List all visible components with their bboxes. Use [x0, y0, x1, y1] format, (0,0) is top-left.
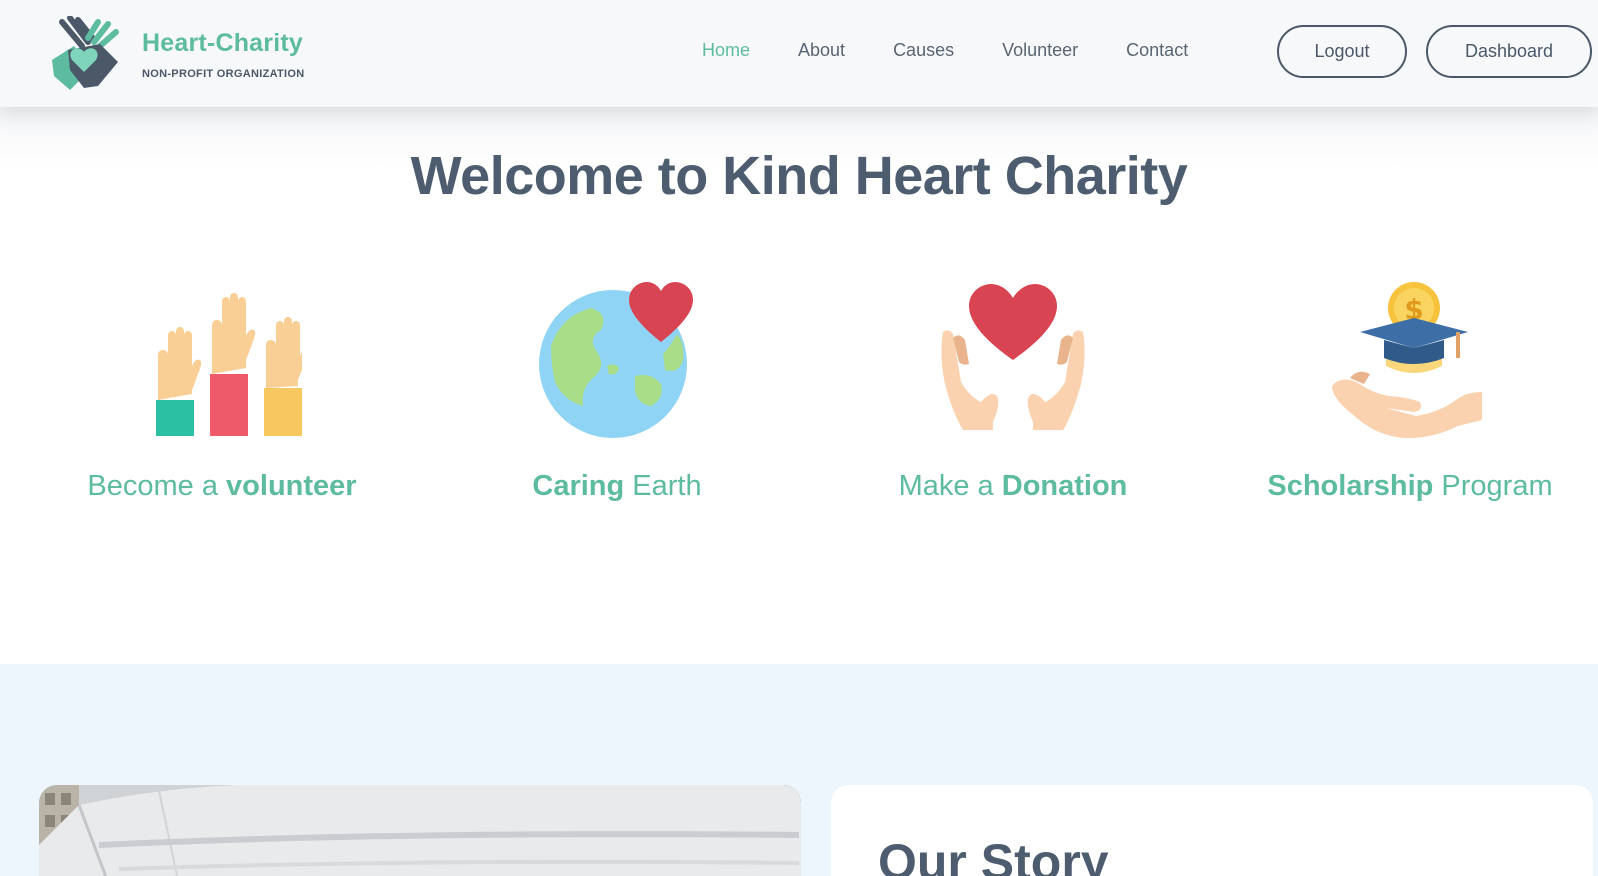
nav-home[interactable]: Home — [702, 40, 750, 61]
feature-caption: Scholarship Program — [1267, 470, 1553, 502]
tent-photo — [39, 785, 801, 876]
story-section: Our Story — [0, 664, 1598, 876]
logout-button[interactable]: Logout — [1277, 25, 1407, 78]
raised-hands-icon — [156, 293, 302, 436]
dashboard-button[interactable]: Dashboard — [1426, 25, 1592, 78]
brand-name: Heart-Charity — [142, 28, 303, 57]
nav-causes[interactable]: Causes — [893, 40, 954, 61]
site-header: Heart-Charity NON-PROFIT ORGANIZATION Ho… — [0, 0, 1598, 107]
feature-caption: Caring Earth — [532, 470, 702, 502]
feature-caption: Make a Donation — [898, 470, 1128, 502]
hands-heart-icon — [941, 284, 1085, 430]
feature-scholarship[interactable]: $ Scholarship Program — [1240, 282, 1580, 503]
nav-contact[interactable]: Contact — [1126, 40, 1188, 61]
story-title: Our Story — [878, 834, 1109, 876]
hands-heart-logo-icon — [52, 16, 119, 90]
photo-image — [39, 785, 801, 876]
story-card: Our Story — [831, 785, 1593, 876]
earth-heart-icon — [539, 282, 693, 438]
feature-caption: Become a volunteer — [87, 470, 357, 502]
welcome-title: Welcome to Kind Heart Charity — [410, 146, 1188, 206]
nav-volunteer[interactable]: Volunteer — [1002, 40, 1078, 61]
nav-about[interactable]: About — [798, 40, 845, 61]
feature-donation[interactable]: Make a Donation — [843, 282, 1183, 503]
brand-tagline: NON-PROFIT ORGANIZATION — [142, 67, 305, 80]
feature-volunteer[interactable]: Become a volunteer — [52, 282, 392, 503]
main-nav: Home About Causes Volunteer Contact — [702, 40, 1236, 61]
feature-caring-earth[interactable]: Caring Earth — [447, 282, 787, 503]
scholarship-icon: $ — [1332, 282, 1482, 438]
brand-logo[interactable]: Heart-Charity NON-PROFIT ORGANIZATION — [48, 16, 305, 92]
welcome-section: Welcome to Kind Heart Charity Become a v… — [0, 107, 1598, 664]
